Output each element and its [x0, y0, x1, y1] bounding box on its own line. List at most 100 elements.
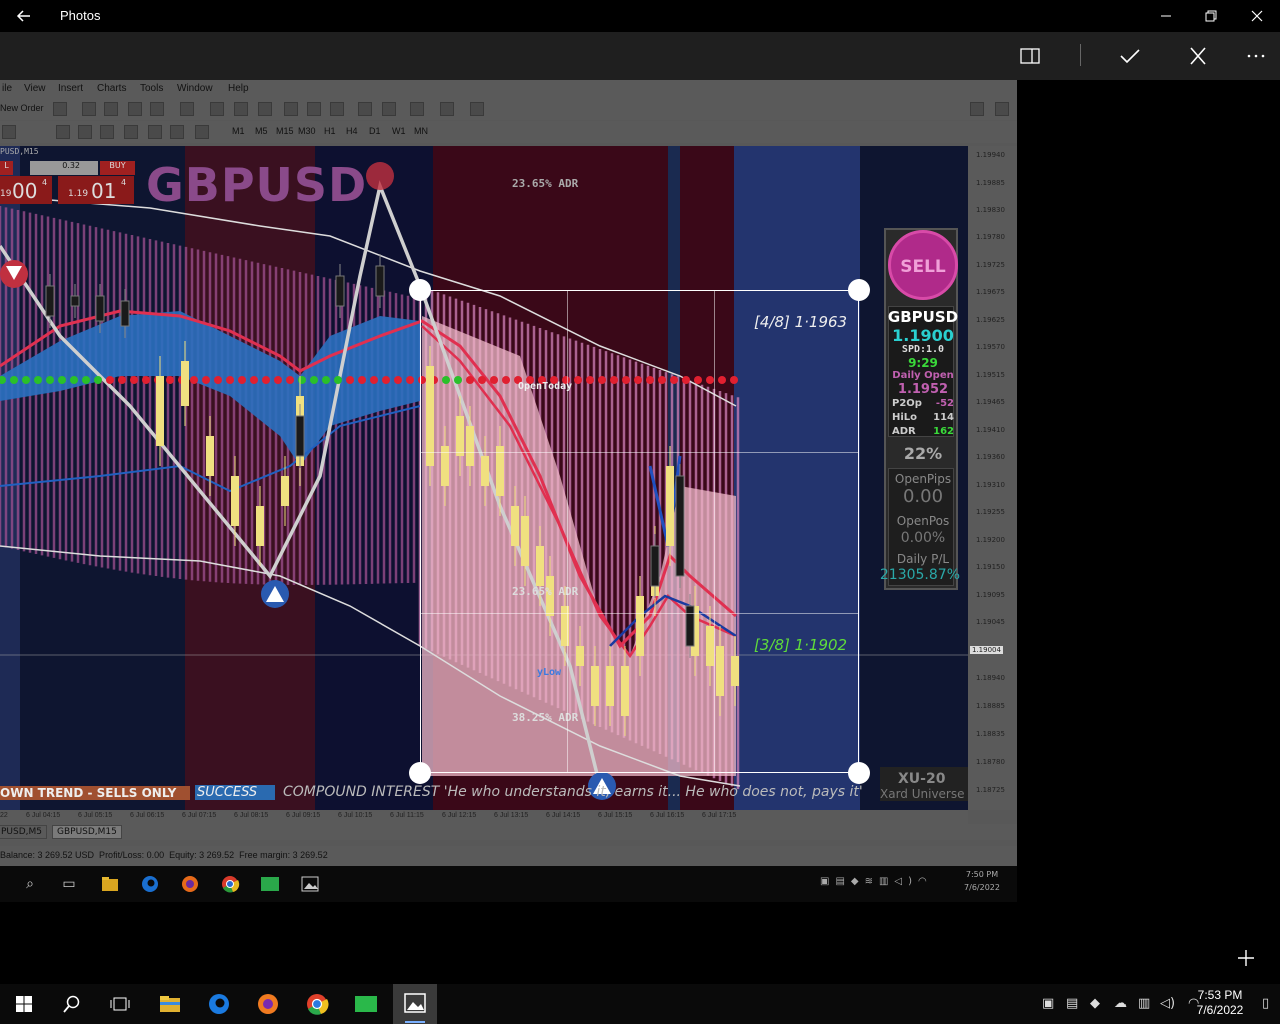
one-click-buy-button[interactable]: BUY — [100, 161, 135, 175]
timeframe-h1[interactable]: H1 — [324, 126, 336, 136]
open-today-dot — [322, 376, 330, 384]
timeframe-d1[interactable]: D1 — [369, 126, 381, 136]
new-order-button[interactable]: New Order — [0, 103, 44, 113]
crop-rectangle[interactable] — [420, 290, 859, 773]
panel-hilo: HiLo 114 — [892, 412, 954, 423]
photos-button[interactable] — [393, 984, 437, 1024]
toolbar-icon[interactable] — [258, 102, 272, 116]
minimize-button[interactable] — [1156, 6, 1176, 26]
search-icon[interactable] — [970, 102, 984, 116]
menu-window[interactable]: Window — [177, 83, 213, 94]
tray-meter-icon[interactable]: ▤ — [1066, 996, 1078, 1011]
zoom-out-icon[interactable] — [307, 102, 321, 116]
zoom-in-icon[interactable] — [284, 102, 298, 116]
timeframe-m15[interactable]: M15 — [276, 126, 294, 136]
menu-file[interactable]: ile — [2, 83, 12, 94]
toolbar-icon[interactable] — [180, 102, 194, 116]
open-today-dot — [46, 376, 54, 384]
menu-insert[interactable]: Insert — [58, 83, 83, 94]
restore-button[interactable] — [1201, 6, 1221, 26]
timeframe-w1[interactable]: W1 — [392, 126, 406, 136]
candle-body — [375, 265, 385, 297]
open-today-dot — [70, 376, 78, 384]
channel-icon[interactable] — [100, 125, 114, 139]
task-view-button[interactable] — [108, 992, 132, 1016]
add-button[interactable] — [1236, 946, 1256, 974]
file-explorer-button[interactable] — [158, 992, 182, 1016]
tray-network-icon[interactable]: ▥ — [1138, 996, 1150, 1011]
taskbar-clock[interactable]: 7:53 PM 7/6/2022 — [1190, 988, 1250, 1018]
toolbar-icon[interactable] — [382, 102, 396, 116]
toolbar-icon[interactable] — [82, 102, 96, 116]
tab-gbpusd-m5[interactable]: PUSD,M5 — [0, 825, 48, 839]
timeframe-h4[interactable]: H4 — [346, 126, 358, 136]
close-window-button[interactable] — [1247, 6, 1267, 26]
success-banner: SUCCESS — [195, 785, 275, 800]
clock-icon[interactable] — [440, 102, 454, 116]
crop-handle-top-left[interactable] — [409, 279, 431, 301]
panel-candle-time: 9:29 — [908, 356, 938, 370]
toolbar-icon[interactable] — [53, 102, 67, 116]
firefox-icon — [258, 994, 278, 1014]
fbs-button[interactable] — [354, 992, 378, 1016]
volume-icon[interactable]: ◁) — [1160, 996, 1175, 1011]
plus-icon — [1238, 950, 1254, 966]
one-click-sell-button[interactable]: L — [0, 161, 13, 175]
accept-button[interactable] — [1117, 44, 1143, 68]
crop-handle-bottom-left[interactable] — [409, 762, 431, 784]
timeframe-m30[interactable]: M30 — [298, 126, 316, 136]
menu-help[interactable]: Help — [228, 83, 249, 94]
menu-view[interactable]: View — [24, 83, 46, 94]
text-icon[interactable] — [148, 125, 162, 139]
toolbar-icon[interactable] — [410, 102, 424, 116]
buy-price-sup: 4 — [121, 178, 127, 187]
back-button[interactable] — [14, 6, 34, 26]
menu-charts[interactable]: Charts — [97, 83, 126, 94]
mt4-menubar: ile View Insert Charts Tools Window Help — [0, 80, 1017, 98]
crop-handle-bottom-right[interactable] — [848, 762, 870, 784]
aspect-ratio-button[interactable] — [1017, 44, 1043, 68]
open-today-dot — [370, 376, 378, 384]
fibo-icon[interactable] — [124, 125, 138, 139]
crosshair-icon[interactable] — [2, 125, 16, 139]
tray-shield-icon[interactable]: ◆ — [1090, 996, 1100, 1011]
time-axis-label: 6 Jul 08:15 — [234, 812, 269, 819]
toolbar-icon[interactable] — [234, 102, 248, 116]
toolbar-icon[interactable] — [358, 102, 372, 116]
crop-handle-top-right[interactable] — [848, 279, 870, 301]
sell-price-box[interactable]: 19 00 4 — [0, 176, 52, 204]
start-button[interactable] — [12, 992, 36, 1016]
toolbar-icon[interactable] — [470, 102, 484, 116]
tray-app-icon[interactable]: ▣ — [1042, 996, 1054, 1011]
chrome-button[interactable] — [305, 992, 329, 1016]
label-icon[interactable] — [170, 125, 184, 139]
file-explorer-icon — [160, 996, 180, 1012]
chat-icon[interactable] — [995, 102, 1009, 116]
lot-size-input[interactable]: 0.32 — [30, 161, 98, 175]
search-button[interactable] — [60, 992, 84, 1016]
menu-tools[interactable]: Tools — [140, 83, 163, 94]
arrow-icon[interactable] — [195, 125, 209, 139]
more-button[interactable] — [1243, 44, 1269, 68]
hline-icon[interactable] — [56, 125, 70, 139]
timeframe-m1[interactable]: M1 — [232, 126, 245, 136]
edge-button[interactable] — [207, 992, 231, 1016]
firefox-button[interactable] — [256, 992, 280, 1016]
tray-cloud-icon[interactable]: ☁ — [1114, 996, 1127, 1011]
toolbar-icon[interactable] — [150, 102, 164, 116]
price-axis-label: 1.19095 — [976, 591, 1005, 599]
notification-icon[interactable]: ▯ — [1262, 996, 1269, 1011]
toolbar-icon[interactable] — [104, 102, 118, 116]
trendline-icon[interactable] — [78, 125, 92, 139]
open-today-dot — [202, 376, 210, 384]
timeframe-m5[interactable]: M5 — [255, 126, 268, 136]
tab-gbpusd-m15[interactable]: GBPUSD,M15 — [52, 825, 122, 839]
toolbar-icon[interactable] — [210, 102, 224, 116]
cancel-button[interactable] — [1185, 44, 1211, 68]
price-axis-label: 1.19625 — [976, 316, 1005, 324]
toolbar-icon[interactable] — [330, 102, 344, 116]
time-axis-label: 6 Jul 14:15 — [546, 812, 581, 819]
toolbar-icon[interactable] — [128, 102, 142, 116]
timeframe-mn[interactable]: MN — [414, 126, 428, 136]
buy-price-box[interactable]: 1.19 01 4 — [58, 176, 134, 204]
